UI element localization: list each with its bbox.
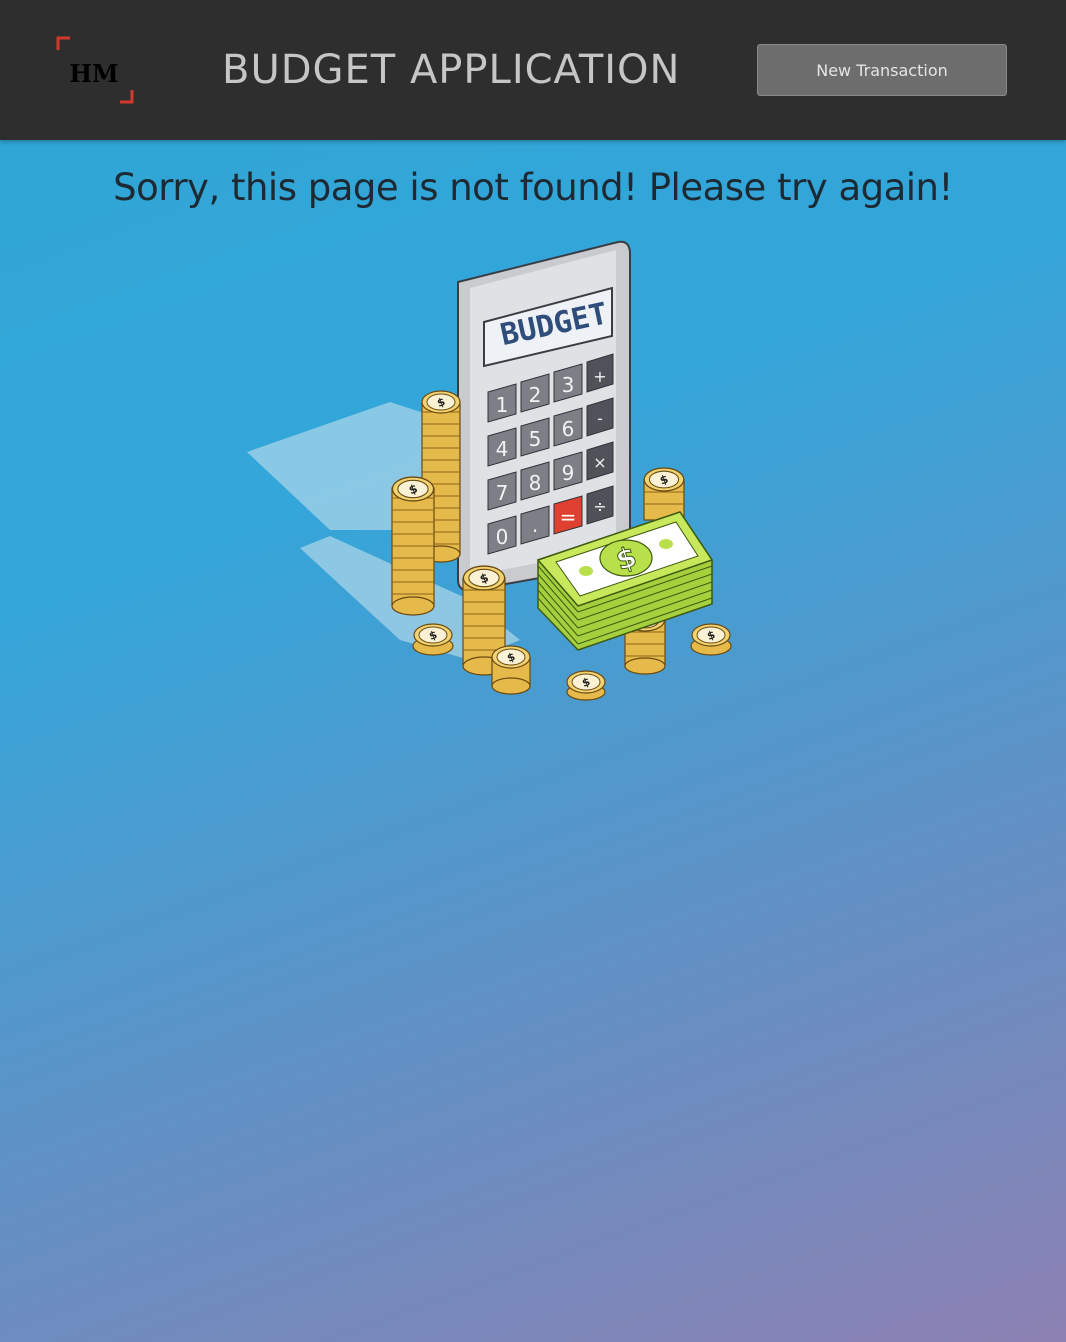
svg-text:8: 8 xyxy=(529,471,542,495)
svg-text:÷: ÷ xyxy=(593,497,606,516)
svg-text:×: × xyxy=(593,453,606,472)
coin-stack-left-front xyxy=(391,476,435,616)
svg-text:2: 2 xyxy=(529,383,542,407)
svg-text:9: 9 xyxy=(562,461,575,485)
svg-text:-: - xyxy=(597,409,603,428)
not-found-message: Sorry, this page is not found! Please tr… xyxy=(113,166,953,209)
coin-small-1 xyxy=(412,623,454,656)
coin-small-4 xyxy=(690,623,732,656)
svg-text:6: 6 xyxy=(562,417,575,441)
new-transaction-button[interactable]: New Transaction xyxy=(757,44,1007,96)
svg-text:0: 0 xyxy=(496,525,509,549)
svg-text:1: 1 xyxy=(496,393,509,417)
logo-monogram: HM xyxy=(69,59,118,88)
svg-text:.: . xyxy=(532,513,538,537)
coin-small-3 xyxy=(566,670,606,701)
svg-text:5: 5 xyxy=(529,427,542,451)
app-header: HM BUDGET APPLICATION New Transaction xyxy=(0,0,1066,140)
app-title: BUDGET APPLICATION xyxy=(222,47,681,93)
coin-small-2 xyxy=(491,645,531,695)
svg-text:7: 7 xyxy=(496,481,509,505)
svg-text:4: 4 xyxy=(496,437,509,461)
app-logo[interactable]: HM xyxy=(56,36,134,104)
svg-text:+: + xyxy=(593,367,606,386)
budget-illustration: $ BUDGET 1 2 3 + 4 5 6 - 7 8 9 × 0 . = ÷ xyxy=(247,240,732,701)
svg-text:3: 3 xyxy=(562,373,575,397)
svg-text:=: = xyxy=(560,505,577,529)
